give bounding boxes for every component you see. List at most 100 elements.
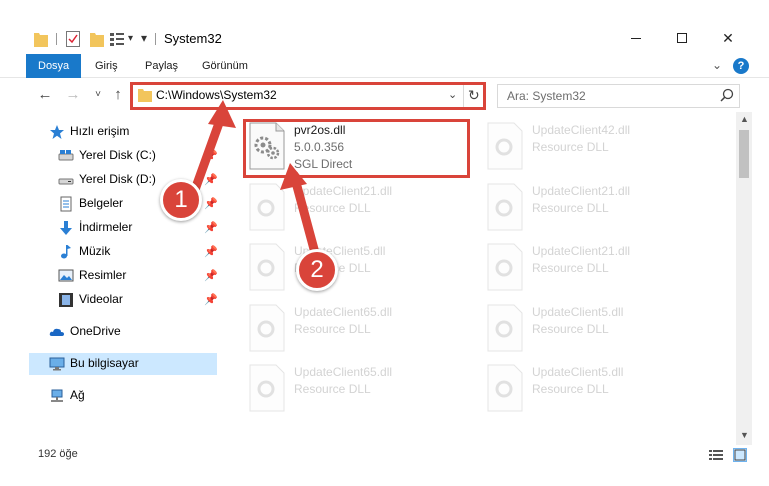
scroll-thumb[interactable] — [739, 130, 749, 178]
details-view-icon[interactable] — [709, 449, 723, 461]
maximize-button[interactable] — [659, 24, 705, 52]
file-item[interactable]: UpdateClient65.dll Resource DLL — [246, 363, 476, 421]
sidebar-item-label: Resimler — [79, 268, 127, 282]
file-item[interactable]: UpdateClient21.dll Resource DLL — [484, 242, 714, 300]
file-name: UpdateClient5.dll — [532, 305, 624, 319]
close-button[interactable]: ✕ — [705, 24, 751, 52]
file-item[interactable]: UpdateClient5.dll Resource DLL — [484, 363, 714, 421]
drive-icon — [58, 148, 74, 164]
vertical-scrollbar[interactable]: ▲ ▼ — [736, 112, 752, 445]
music-icon — [58, 244, 74, 260]
dll-file-icon — [246, 242, 288, 292]
divider — [56, 33, 57, 45]
file-item[interactable]: UpdateClient5.dll Resource DLL — [484, 303, 714, 361]
network-icon — [49, 388, 65, 404]
large-icons-view-icon[interactable] — [733, 448, 747, 462]
tab-home[interactable]: Giriş — [95, 54, 118, 78]
sidebar-item-label: Hızlı erişim — [70, 124, 130, 138]
dll-file-icon — [246, 363, 288, 413]
file-name: UpdateClient5.dll — [532, 365, 624, 379]
file-name: UpdateClient65.dll — [294, 305, 393, 319]
sidebar-item-network[interactable]: Ağ — [0, 385, 218, 407]
dll-file-icon — [484, 182, 526, 232]
pin-icon: 📌 — [204, 174, 218, 186]
view-icon[interactable] — [110, 32, 124, 46]
tab-file[interactable]: Dosya — [26, 54, 82, 78]
sidebar-item-onedrive[interactable]: OneDrive — [0, 321, 218, 343]
customize-icon[interactable]: ▾ — [141, 31, 147, 45]
sidebar-item-label: Belgeler — [79, 196, 124, 210]
up-icon[interactable]: ↑ — [109, 86, 127, 106]
file-name: UpdateClient21.dll — [532, 244, 631, 258]
forward-icon[interactable]: → — [64, 86, 82, 106]
recent-locations-icon[interactable]: ˅ — [89, 89, 107, 109]
file-name: UpdateClient21.dll — [294, 184, 393, 198]
sidebar-item-music[interactable]: Müzik 📌 — [0, 241, 218, 263]
new-folder-icon[interactable] — [90, 31, 104, 47]
sidebar-item-label: Müzik — [79, 244, 111, 258]
file-name: UpdateClient65.dll — [294, 365, 393, 379]
file-name: UpdateClient21.dll — [532, 184, 631, 198]
pictures-icon — [58, 268, 74, 284]
sidebar-item-label: Yerel Disk (D:) — [79, 172, 156, 186]
window-title: System32 — [164, 31, 222, 46]
computer-icon — [49, 356, 65, 372]
address-bar-highlight — [130, 82, 486, 110]
step-badge-1: 1 — [160, 179, 202, 221]
sidebar-item-videos[interactable]: Videolar 📌 — [0, 289, 218, 311]
file-highlight — [243, 119, 470, 178]
sidebar-item-pictures[interactable]: Resimler 📌 — [0, 265, 218, 287]
search-icon[interactable] — [720, 88, 734, 102]
sidebar-item-label: İndirmeler — [79, 220, 133, 234]
file-description: Resource DLL — [532, 140, 609, 154]
sidebar-item-quick-access[interactable]: Hızlı erişim — [0, 121, 218, 143]
file-item[interactable]: UpdateClient21.dll Resource DLL — [246, 182, 476, 240]
file-description: Resource DLL — [532, 382, 609, 396]
pin-icon: 📌 — [204, 222, 218, 234]
minimize-icon — [631, 37, 641, 39]
help-icon[interactable]: ? — [733, 58, 749, 74]
customize-dropdown-icon[interactable]: ▾ — [128, 33, 133, 44]
divider — [155, 33, 156, 45]
file-name: UpdateClient42.dll — [532, 123, 631, 137]
file-item[interactable]: UpdateClient5.dll Resource DLL — [246, 242, 476, 300]
file-item[interactable]: UpdateClient65.dll Resource DLL — [246, 303, 476, 361]
minimize-button[interactable] — [613, 24, 659, 52]
file-description: Resource DLL — [532, 322, 609, 336]
sidebar-item-label: Yerel Disk (C:) — [79, 148, 156, 162]
star-icon — [49, 124, 65, 140]
file-item[interactable]: UpdateClient42.dll Resource DLL — [484, 121, 714, 179]
back-icon[interactable]: ← — [36, 86, 54, 106]
status-bar — [0, 444, 769, 466]
pin-icon: 📌 — [204, 150, 218, 162]
pin-icon: 📌 — [204, 294, 218, 306]
file-description: Resource DLL — [294, 201, 371, 215]
dll-file-icon — [484, 303, 526, 353]
file-description: Resource DLL — [532, 261, 609, 275]
step-badge-2: 2 — [296, 249, 338, 291]
ribbon-expand-icon[interactable]: ⌄ — [712, 58, 722, 72]
dll-file-icon — [246, 182, 288, 232]
ribbon-tabs: Dosya Giriş Paylaş Görünüm ⌄ ? — [0, 54, 769, 78]
dll-file-icon — [484, 121, 526, 171]
download-icon — [58, 220, 74, 236]
video-icon — [58, 292, 74, 308]
tab-share[interactable]: Paylaş — [145, 54, 178, 78]
file-description: Resource DLL — [294, 382, 371, 396]
properties-icon[interactable] — [66, 31, 80, 47]
search-input[interactable]: Ara: System32 — [507, 89, 586, 103]
tab-view[interactable]: Görünüm — [202, 54, 248, 78]
file-description: Resource DLL — [532, 201, 609, 215]
file-item[interactable]: UpdateClient21.dll Resource DLL — [484, 182, 714, 240]
scroll-down-icon[interactable]: ▼ — [740, 430, 749, 440]
scroll-up-icon[interactable]: ▲ — [740, 114, 749, 124]
dll-file-icon — [246, 303, 288, 353]
sidebar-item-this-pc[interactable]: Bu bilgisayar — [29, 353, 217, 375]
dll-file-icon — [484, 363, 526, 413]
title-bar: ▾ ▾ System32 ✕ — [0, 0, 769, 54]
pin-icon: 📌 — [204, 198, 218, 210]
sidebar-item-local-disk-c[interactable]: Yerel Disk (C:) 📌 — [0, 145, 218, 167]
drive-icon — [58, 172, 74, 188]
sidebar-item-label: Videolar — [79, 292, 123, 306]
sidebar-item-label: Bu bilgisayar — [70, 356, 139, 370]
